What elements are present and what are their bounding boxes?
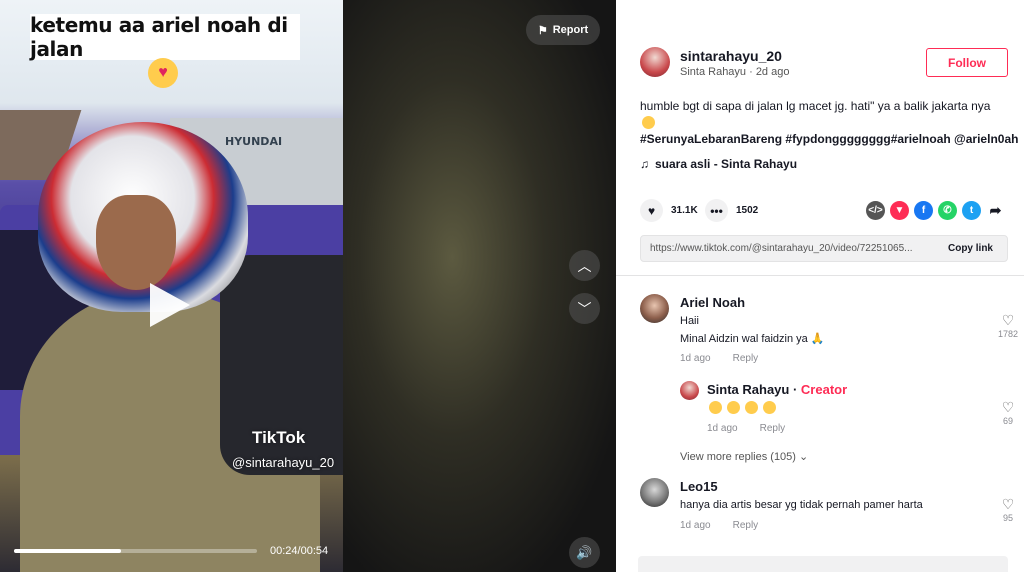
heart-face-emoji-icon [745, 401, 759, 414]
video-player[interactable]: HYUNDAI ketemu aa ariel noah di jalan ♥ … [0, 0, 343, 572]
heart-icon: ♡ [1001, 312, 1015, 328]
comment-author[interactable]: Leo15 [680, 479, 718, 494]
report-button[interactable]: ⚑ Report [526, 15, 600, 45]
heart-face-emoji-icon [709, 401, 722, 414]
heart-face-emoji-icon [763, 401, 777, 414]
like-button[interactable]: ♥ 31.1K [640, 199, 698, 222]
comment-count: 1502 [736, 205, 759, 216]
comment-button[interactable]: ••• 1502 [705, 199, 758, 222]
video-time: 00:24/00:54 [270, 545, 329, 557]
video-pane: HYUNDAI ketemu aa ariel noah di jalan ♥ … [0, 0, 616, 572]
heart-icon: ♥ [640, 199, 663, 222]
comment-text-line2: Minal Aidzin wal faidzin ya 🙏 [680, 332, 825, 345]
reply-meta: 1d ago Reply [707, 423, 785, 434]
comment-icon: ••• [705, 199, 728, 222]
heart-icon: ♡ [1001, 399, 1015, 415]
details-sidebar: sintarahayu_20 Sinta Rahayu · 2d ago Fol… [616, 0, 1024, 572]
post-nickname: Sinta Rahayu · 2d ago [680, 66, 790, 78]
reply-emojis [707, 401, 777, 415]
facebook-icon[interactable]: f [914, 201, 933, 220]
chevron-down-icon: ⌄ [799, 451, 809, 463]
creator-badge: Creator [800, 382, 848, 397]
blurred-background [343, 0, 616, 572]
comment-time: 1d ago [680, 520, 711, 531]
play-icon[interactable] [150, 283, 190, 327]
comment-text: Haii [680, 315, 699, 327]
post-username[interactable]: sintarahayu_20 [680, 48, 782, 64]
smiling-face-hearts-icon: ♥ [148, 58, 178, 88]
music-link[interactable]: ♫ suara asli - Sinta Rahayu [640, 157, 797, 171]
copy-link-box: https://www.tiktok.com/@sintarahayu_20/v… [640, 235, 1008, 262]
comment-like[interactable]: ♡ 95 [996, 496, 1020, 523]
tiktok-watermark: TikTok [252, 428, 306, 447]
progress-bar[interactable] [14, 549, 257, 553]
reply-time: 1d ago [707, 423, 738, 434]
post-hashtags[interactable]: #SerunyaLebaranBareng #fypdongggggggg#ar… [640, 132, 1018, 146]
reply-button[interactable]: Reply [760, 423, 786, 434]
reply-button[interactable]: Reply [733, 520, 759, 531]
post-description: humble bgt di sapa di jalan lg macet jg.… [640, 98, 1010, 132]
whatsapp-icon[interactable]: ✆ [938, 201, 957, 220]
comment-like[interactable]: ♡ 1782 [996, 312, 1020, 339]
praying-emoji-icon: 🙏 [810, 333, 825, 345]
next-video-button[interactable]: ﹀ [569, 293, 600, 324]
comment-like-count: 1782 [997, 329, 1019, 339]
video-caption: ketemu aa ariel noah di jalan [30, 13, 288, 61]
video-scene-sign: HYUNDAI [225, 135, 283, 148]
report-label: Report [552, 24, 589, 36]
reply-author[interactable]: Sinta Rahayu · Creator [707, 382, 847, 397]
reply-like[interactable]: ♡ 69 [996, 399, 1020, 426]
comment-input-bar[interactable] [638, 556, 1008, 572]
volume-button[interactable]: 🔊 [569, 537, 600, 568]
video-link: https://www.tiktok.com/@sintarahayu_20/v… [650, 243, 913, 254]
like-count: 31.1K [671, 205, 698, 216]
copy-link-button[interactable]: Copy link [934, 243, 1007, 254]
reply-like-count: 69 [1002, 416, 1013, 426]
reply-author-name: Sinta Rahayu · [707, 382, 801, 397]
volume-icon: 🔊 [576, 544, 593, 560]
comment-text: hanya dia artis besar yg tidak pernah pa… [680, 499, 923, 511]
video-caption-box: ketemu aa ariel noah di jalan [30, 13, 300, 61]
view-more-replies[interactable]: View more replies (105) ⌄ [680, 450, 808, 463]
embed-icon[interactable]: </> [866, 201, 885, 220]
watermark-username: @sintarahayu_20 [232, 455, 335, 470]
heart-face-emoji-icon [642, 116, 655, 129]
chevron-up-icon: ︿ [577, 257, 592, 274]
avatar[interactable] [640, 294, 669, 323]
comment-meta: 1d ago Reply [680, 520, 758, 531]
share-icon[interactable]: ➦ [986, 201, 1005, 220]
view-more-label: View more replies (105) [680, 451, 796, 463]
follow-button[interactable]: Follow [926, 48, 1008, 77]
previous-video-button[interactable]: ︿ [569, 250, 600, 281]
comment-meta: 1d ago Reply [680, 353, 758, 364]
music-note-icon: ♫ [640, 157, 649, 171]
avatar[interactable] [640, 478, 669, 507]
heart-face-emoji-icon [727, 401, 741, 414]
post-description-text: humble bgt di sapa di jalan lg macet jg.… [640, 99, 991, 113]
video-scene-face [96, 195, 176, 290]
share-row: </> ▼ f ✆ t ➦ [866, 201, 1005, 220]
comment-text-line2-value: Minal Aidzin wal faidzin ya [680, 333, 808, 345]
music-title: suara asli - Sinta Rahayu [655, 157, 798, 171]
comment-author[interactable]: Ariel Noah [680, 295, 745, 310]
send-icon[interactable]: ▼ [890, 201, 909, 220]
chevron-down-icon: ﹀ [577, 300, 592, 317]
avatar[interactable] [680, 381, 699, 400]
avatar[interactable] [640, 47, 670, 77]
flag-icon: ⚑ [537, 24, 548, 37]
comment-like-count: 95 [1002, 513, 1013, 523]
progress-fill [14, 549, 121, 553]
reply-button[interactable]: Reply [733, 353, 759, 364]
comment-time: 1d ago [680, 353, 711, 364]
heart-icon: ♡ [1001, 496, 1015, 512]
twitter-icon[interactable]: t [962, 201, 981, 220]
post-details: sintarahayu_20 Sinta Rahayu · 2d ago Fol… [616, 0, 1024, 276]
